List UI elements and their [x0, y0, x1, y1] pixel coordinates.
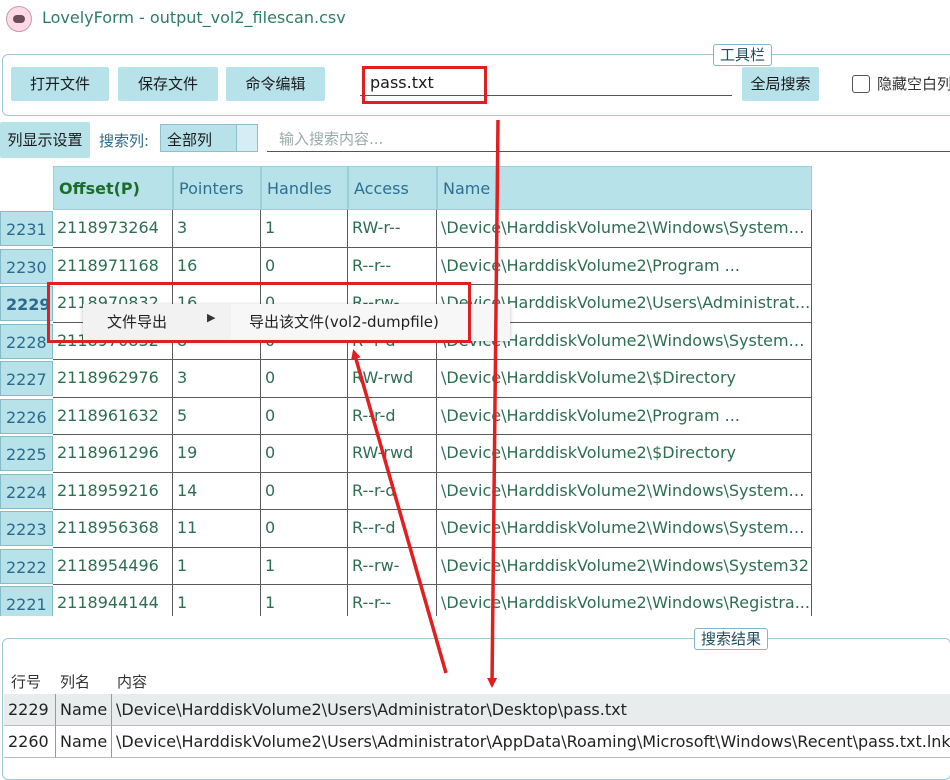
cell-handles[interactable]: 0: [261, 510, 348, 548]
cell-name[interactable]: \Device\HarddiskVolume2\Windows\System3.…: [437, 510, 812, 548]
result-row-1-content[interactable]: \Device\HarddiskVolume2\Users\Administra…: [112, 694, 950, 726]
cell-pointers[interactable]: 5: [173, 397, 261, 435]
row-header[interactable]: 2228: [0, 323, 53, 359]
grid-corner: [0, 166, 53, 210]
cell-handles[interactable]: 0: [261, 435, 348, 473]
data-grid: Offset(P) Pointers Handles Access Name 2…: [0, 166, 950, 616]
cell-access[interactable]: R--r-d: [348, 510, 437, 548]
toolbar-group-title: 工具栏: [713, 44, 773, 66]
cell-handles[interactable]: 0: [261, 247, 348, 285]
cell-offset[interactable]: 2118954496: [53, 547, 173, 585]
cell-name[interactable]: \Device\HarddiskVolume2\Windows\System3.…: [437, 472, 812, 510]
column-header-access[interactable]: Access: [348, 166, 437, 210]
result-row-2-content[interactable]: \Device\HarddiskVolume2\Users\Administra…: [112, 726, 950, 758]
app-avatar-icon: [6, 6, 32, 32]
command-edit-button[interactable]: 命令编辑: [226, 67, 325, 101]
column-header-handles[interactable]: Handles: [261, 166, 348, 210]
cell-offset[interactable]: 2118956368: [53, 510, 173, 548]
cell-handles[interactable]: 0: [261, 397, 348, 435]
row-header[interactable]: 2222: [0, 548, 53, 584]
cell-offset[interactable]: 2118973264: [53, 210, 173, 248]
cell-pointers[interactable]: 19: [173, 435, 261, 473]
cell-name[interactable]: \Device\HarddiskVolume2\Program ...: [437, 247, 812, 285]
cell-handles[interactable]: 1: [261, 210, 348, 248]
column-header-offset[interactable]: Offset(P): [53, 166, 173, 210]
cell-name[interactable]: \Device\HarddiskVolume2\Windows\Registra…: [437, 585, 812, 616]
global-search-button[interactable]: 全局搜索: [742, 67, 819, 101]
cell-offset[interactable]: 2118962976: [53, 360, 173, 398]
cell-name[interactable]: \Device\HarddiskVolume2\Windows\System32: [437, 547, 812, 585]
cell-access[interactable]: RW-rwd: [348, 360, 437, 398]
hide-empty-columns-label: 隐藏空白列: [877, 75, 950, 93]
column-header-pointers[interactable]: Pointers: [173, 166, 261, 210]
results-header-line: 行号: [11, 673, 42, 691]
cell-pointers[interactable]: 1: [173, 585, 261, 616]
search-results-title: 搜索结果: [694, 628, 769, 650]
cell-access[interactable]: R--rw-: [348, 547, 437, 585]
cell-offset[interactable]: 2118944144: [53, 585, 173, 616]
cell-pointers[interactable]: 11: [173, 510, 261, 548]
cell-offset[interactable]: 2118959216: [53, 472, 173, 510]
row-header[interactable]: 2226: [0, 398, 53, 434]
results-header-content: 内容: [117, 673, 148, 691]
cell-pointers[interactable]: 3: [173, 210, 261, 248]
cell-offset[interactable]: 2118961296: [53, 435, 173, 473]
cell-pointers[interactable]: 3: [173, 360, 261, 398]
row-header[interactable]: 2225: [0, 436, 53, 471]
row-header[interactable]: 2230: [0, 248, 53, 284]
cell-access[interactable]: RW-r--: [348, 210, 437, 248]
open-file-button[interactable]: 打开文件: [11, 67, 109, 101]
cell-pointers[interactable]: 1: [173, 547, 261, 585]
row-header[interactable]: 2224: [0, 473, 53, 509]
result-row-2-line[interactable]: 2260: [4, 726, 56, 758]
chevron-down-icon[interactable]: [236, 125, 257, 151]
cell-access[interactable]: R--r-d: [348, 397, 437, 435]
row-header[interactable]: 2223: [0, 511, 53, 546]
row-header[interactable]: 2227: [0, 361, 53, 396]
row-header[interactable]: 2231: [0, 211, 53, 246]
search-column-select[interactable]: 全部列: [160, 124, 258, 152]
search-input-highlight: [362, 66, 487, 104]
cell-name[interactable]: \Device\HarddiskVolume2\$Directory: [437, 360, 812, 398]
cell-access[interactable]: R--r-d: [348, 472, 437, 510]
title-bar: LovelyForm - output_vol2_filescan.csv: [0, 0, 950, 38]
hide-empty-columns-checkbox[interactable]: [852, 75, 870, 93]
cell-handles[interactable]: 0: [261, 472, 348, 510]
result-row-1-column[interactable]: Name: [56, 694, 112, 726]
cell-name[interactable]: \Device\HarddiskVolume2\$Directory: [437, 435, 812, 473]
results-header-column: 列名: [60, 673, 91, 691]
row-header[interactable]: 2229: [0, 286, 53, 321]
cell-name[interactable]: \Device\HarddiskVolume2\Windows\System3.…: [437, 210, 812, 248]
cell-access[interactable]: R--r--: [348, 247, 437, 285]
cell-handles[interactable]: 0: [261, 360, 348, 398]
window-title: LovelyForm - output_vol2_filescan.csv: [42, 8, 346, 27]
column-header-name[interactable]: Name: [437, 166, 812, 210]
save-file-button[interactable]: 保存文件: [118, 67, 218, 101]
cell-offset[interactable]: 2118961632: [53, 397, 173, 435]
cell-offset[interactable]: 2118971168: [53, 247, 173, 285]
column-search-input[interactable]: 输入搜索内容...: [267, 124, 950, 152]
cell-name[interactable]: \Device\HarddiskVolume2\Program ...: [437, 397, 812, 435]
result-row-1-line[interactable]: 2229: [4, 694, 56, 726]
cell-access[interactable]: RW-rwd: [348, 435, 437, 473]
cell-handles[interactable]: 1: [261, 547, 348, 585]
search-column-value: 全部列: [167, 131, 213, 149]
context-menu-highlight: [47, 282, 471, 343]
cell-pointers[interactable]: 16: [173, 247, 261, 285]
column-display-settings-button[interactable]: 列显示设置: [0, 122, 90, 158]
cell-handles[interactable]: 1: [261, 585, 348, 616]
search-column-label: 搜索列:: [99, 132, 150, 150]
cell-pointers[interactable]: 14: [173, 472, 261, 510]
cell-access[interactable]: R--r--: [348, 585, 437, 616]
row-header[interactable]: 2221: [0, 586, 53, 616]
result-row-2-column[interactable]: Name: [56, 726, 112, 758]
